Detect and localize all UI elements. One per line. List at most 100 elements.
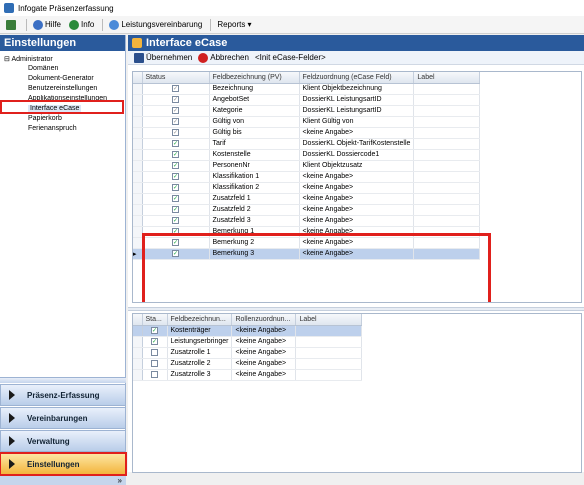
table-row[interactable]: ✓ Leistungserbringer <keine Angabe>	[133, 336, 363, 348]
status-cell[interactable]: ✓	[142, 171, 210, 183]
row-indicator[interactable]	[133, 347, 143, 359]
status-cell[interactable]: ✓	[142, 160, 210, 172]
status-checkbox[interactable]: ✓	[172, 139, 179, 147]
row-indicator[interactable]	[133, 83, 143, 95]
label-cell[interactable]	[295, 369, 363, 381]
feldzuordnung-cell[interactable]: <keine Angabe>	[299, 215, 415, 227]
label-cell[interactable]	[295, 358, 363, 370]
feldzuordnung-cell[interactable]: <keine Angabe>	[299, 204, 415, 216]
row-indicator[interactable]	[133, 358, 143, 370]
nav-overflow-button[interactable]: »	[0, 476, 126, 485]
help-menu[interactable]: Hilfe	[33, 19, 61, 30]
label-cell[interactable]	[413, 94, 481, 106]
feldzuordnung-cell[interactable]: <keine Angabe>	[299, 182, 415, 194]
label-cell[interactable]	[413, 171, 481, 183]
rollenzuordnung-cell[interactable]: <keine Angabe>	[231, 347, 297, 359]
row-indicator[interactable]	[133, 325, 143, 337]
feldbezeichnung-cell[interactable]: AngebotSet	[209, 94, 300, 106]
label-cell[interactable]	[413, 204, 481, 216]
feldzuordnung-cell[interactable]: DossierKL LeistungsartID	[299, 94, 415, 106]
feldbezeichnung-cell[interactable]: Zusatzfeld 3	[209, 215, 300, 227]
cancel-button[interactable]: Abbrechen	[198, 52, 249, 63]
col-status[interactable]: Status	[142, 72, 210, 84]
feldbezeichnung-cell[interactable]: Zusatzfeld 1	[209, 193, 300, 205]
row-indicator[interactable]	[133, 149, 143, 161]
row-indicator[interactable]	[133, 226, 143, 238]
row-indicator[interactable]	[133, 138, 143, 150]
label-cell[interactable]	[295, 336, 363, 348]
status-checkbox[interactable]: ✓	[172, 84, 179, 92]
row-indicator[interactable]	[133, 336, 143, 348]
status-cell[interactable]: ✓	[142, 83, 210, 95]
feldbezeichnung-cell[interactable]: Gültig bis	[209, 127, 300, 139]
table-row[interactable]: ✓ Zusatzfeld 3 <keine Angabe>	[133, 215, 481, 227]
row-indicator[interactable]	[133, 94, 143, 106]
row-indicator[interactable]	[133, 127, 143, 139]
feldbezeichnung-cell[interactable]: Bezeichnung	[209, 83, 300, 95]
status-checkbox[interactable]: ✓	[172, 216, 179, 224]
status-checkbox[interactable]: ✓	[172, 161, 179, 169]
nav-splitter[interactable]	[0, 377, 126, 383]
status-cell[interactable]	[142, 358, 168, 370]
feldzuordnung-cell[interactable]: Klient Objektbezeichnung	[299, 83, 415, 95]
col-feldbezeichnung[interactable]: Feldbezeichnung (PV)	[209, 72, 300, 84]
feldzuordnung-cell[interactable]: DossierKL Objekt-TarifKostenstelle	[299, 138, 415, 150]
feldbezeichnung-cell[interactable]: Gültig von	[209, 116, 300, 128]
feldzuordnung-cell[interactable]: Klient Gültig von	[299, 116, 415, 128]
table-row[interactable]: ✓ Klassifikation 1 <keine Angabe>	[133, 171, 481, 183]
table-row[interactable]: ✓ Klassifikation 2 <keine Angabe>	[133, 182, 481, 194]
label-cell[interactable]	[413, 215, 481, 227]
status-cell[interactable]: ✓	[142, 325, 168, 337]
status-checkbox[interactable]: ✓	[172, 194, 179, 202]
row-indicator[interactable]	[133, 105, 143, 117]
status-cell[interactable]: ✓	[142, 336, 168, 348]
feldbezeichnung-cell[interactable]: Zusatzrolle 3	[167, 369, 233, 381]
row-indicator[interactable]	[133, 171, 143, 183]
info-menu[interactable]: Info	[69, 19, 94, 30]
status-checkbox[interactable]: ✓	[172, 205, 179, 213]
col-feldbezeichnung[interactable]: Feldbezeichnun...	[167, 314, 233, 326]
rollenzuordnung-cell[interactable]: <keine Angabe>	[231, 325, 297, 337]
label-cell[interactable]	[413, 105, 481, 117]
col-label[interactable]: Label	[413, 72, 481, 84]
feldzuordnung-cell[interactable]: Klient Objektzusatz	[299, 160, 415, 172]
row-indicator[interactable]	[133, 237, 143, 249]
table-row[interactable]: ✓ PersonenNr Klient Objektzusatz	[133, 160, 481, 172]
status-cell[interactable]	[142, 369, 168, 381]
status-cell[interactable]: ✓	[142, 94, 210, 106]
status-cell[interactable]: ✓	[142, 193, 210, 205]
exit-button[interactable]	[6, 19, 18, 30]
nav-verwaltung[interactable]: Verwaltung	[0, 430, 126, 452]
row-indicator[interactable]	[133, 116, 143, 128]
tree-node-administrator[interactable]: ⊟ Administrator	[4, 55, 53, 63]
feldbezeichnung-cell[interactable]: PersonenNr	[209, 160, 300, 172]
table-row[interactable]: ✓ Zusatzfeld 1 <keine Angabe>	[133, 193, 481, 205]
row-indicator[interactable]	[133, 204, 143, 216]
status-checkbox[interactable]: ✓	[172, 95, 179, 103]
feldzuordnung-cell[interactable]: <keine Angabe>	[299, 193, 415, 205]
feldzuordnung-cell[interactable]: <keine Angabe>	[299, 171, 415, 183]
nav-vereinbarungen[interactable]: Vereinbarungen	[0, 407, 126, 429]
status-cell[interactable]	[142, 347, 168, 359]
status-checkbox[interactable]: ✓	[172, 128, 179, 136]
status-checkbox[interactable]: ✓	[151, 326, 158, 334]
status-cell[interactable]: ✓	[142, 116, 210, 128]
table-row[interactable]: ✓ Kategorie DossierKL LeistungsartID	[133, 105, 481, 117]
feldbezeichnung-cell[interactable]: Klassifikation 2	[209, 182, 300, 194]
status-checkbox[interactable]: ✓	[151, 337, 158, 345]
status-cell[interactable]: ✓	[142, 138, 210, 150]
col-label[interactable]: Label	[295, 314, 363, 326]
feldbezeichnung-cell[interactable]: Leistungserbringer	[167, 336, 233, 348]
label-cell[interactable]	[413, 182, 481, 194]
table-row[interactable]: Zusatzrolle 2 <keine Angabe>	[133, 358, 363, 370]
status-checkbox[interactable]: ✓	[172, 117, 179, 125]
status-cell[interactable]: ✓	[142, 127, 210, 139]
feldzuordnung-cell[interactable]: DossierKL LeistungsartID	[299, 105, 415, 117]
status-checkbox[interactable]	[151, 359, 158, 367]
rollenzuordnung-cell[interactable]: <keine Angabe>	[231, 358, 297, 370]
table-row[interactable]: ✓ Zusatzfeld 2 <keine Angabe>	[133, 204, 481, 216]
status-checkbox[interactable]: ✓	[172, 183, 179, 191]
table-row[interactable]: ✓ Gültig von Klient Gültig von	[133, 116, 481, 128]
status-cell[interactable]: ✓	[142, 149, 210, 161]
table-row[interactable]: Zusatzrolle 3 <keine Angabe>	[133, 369, 363, 381]
